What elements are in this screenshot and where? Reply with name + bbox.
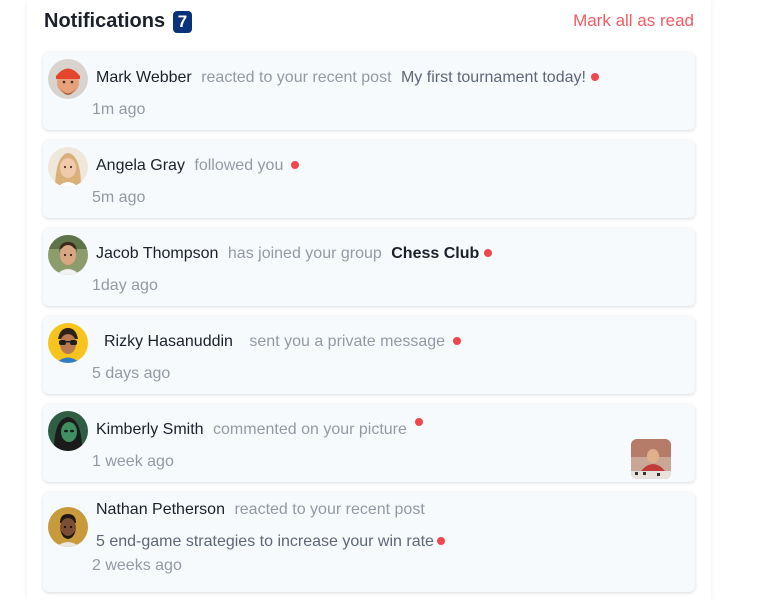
sender-name[interactable]: Jacob Thompson bbox=[96, 245, 218, 262]
unread-count-badge: 7 bbox=[173, 11, 192, 33]
notification-action: commented on your picture bbox=[213, 421, 407, 438]
notification-item[interactable]: Jacob Thompson has joined your group Che… bbox=[43, 228, 695, 306]
unread-dot bbox=[414, 417, 423, 426]
notification-item[interactable]: Rizky Hasanuddin sent you a private mess… bbox=[43, 316, 695, 394]
notification-action: followed you bbox=[194, 157, 284, 174]
notification-item[interactable]: Nathan Petherson reacted to your recent … bbox=[43, 492, 695, 592]
unread-dot bbox=[590, 72, 599, 81]
notification-action: reacted to your recent post bbox=[234, 501, 425, 518]
unread-dot bbox=[436, 536, 445, 545]
avatar[interactable] bbox=[48, 411, 88, 451]
unread-dot bbox=[453, 336, 462, 345]
mark-all-read-button[interactable]: Mark all as read bbox=[573, 11, 694, 31]
commented-picture-thumbnail[interactable] bbox=[631, 439, 671, 479]
notification-action: has joined your group bbox=[227, 245, 382, 262]
timestamp: 1day ago bbox=[92, 277, 158, 294]
timestamp: 2 weeks ago bbox=[92, 557, 182, 574]
avatar[interactable] bbox=[48, 323, 88, 363]
avatar[interactable] bbox=[48, 147, 88, 187]
notification-item[interactable]: Kimberly Smith commented on your picture… bbox=[43, 404, 695, 482]
avatar[interactable] bbox=[48, 235, 88, 275]
unread-dot bbox=[484, 248, 493, 257]
sender-name[interactable]: Mark Webber bbox=[96, 69, 192, 86]
group-link[interactable]: Chess Club bbox=[391, 245, 479, 262]
timestamp: 1 week ago bbox=[92, 453, 174, 470]
timestamp: 5 days ago bbox=[92, 365, 171, 382]
notification-action: reacted to your recent post bbox=[201, 69, 392, 86]
notification-action: sent you a private message bbox=[249, 333, 446, 350]
unread-dot bbox=[291, 160, 300, 169]
notifications-header: Notifications 7 Mark all as read bbox=[44, 8, 694, 36]
notification-object[interactable]: 5 end-game strategies to increase your w… bbox=[96, 533, 434, 550]
avatar[interactable] bbox=[48, 59, 88, 99]
notification-object[interactable]: My first tournament today! bbox=[401, 69, 586, 86]
sender-name[interactable]: Rizky Hasanuddin bbox=[104, 333, 233, 350]
timestamp: 5m ago bbox=[92, 189, 146, 206]
sender-name[interactable]: Angela Gray bbox=[96, 157, 185, 174]
timestamp: 1m ago bbox=[92, 101, 146, 118]
page-title: Notifications bbox=[44, 10, 166, 32]
sender-name[interactable]: Kimberly Smith bbox=[96, 421, 204, 438]
sender-name[interactable]: Nathan Petherson bbox=[96, 501, 225, 518]
avatar[interactable] bbox=[48, 507, 88, 547]
notification-item[interactable]: Angela Gray followed you 5m ago bbox=[43, 140, 695, 218]
notification-item[interactable]: Mark Webber reacted to your recent post … bbox=[43, 52, 695, 130]
